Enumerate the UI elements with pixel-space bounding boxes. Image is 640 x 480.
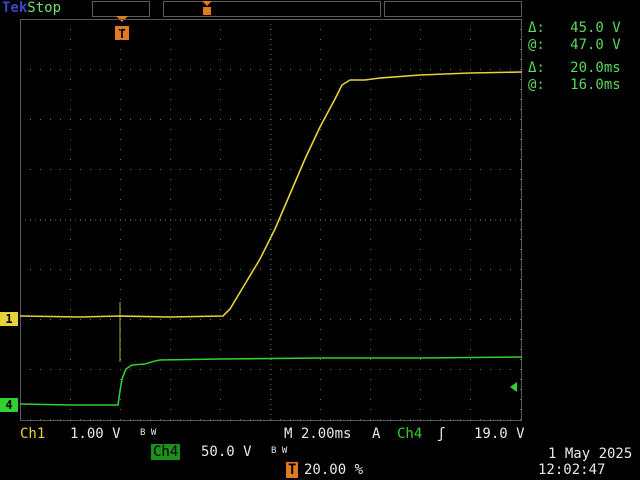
acq-state: Stop [27, 0, 62, 16]
trigger-slope-icon: ʃ [437, 426, 446, 442]
ch4-ground-marker[interactable]: 4 [0, 398, 18, 412]
ch4-scale: 50.0 V [201, 444, 252, 460]
time-readout: 12:02:47 [538, 462, 606, 478]
trigger-position-readout: 20.00 % [304, 462, 364, 478]
cursor-delta-voltage: Δ: 45.0 V [528, 20, 621, 36]
ch1-scale: 1.00 V [70, 426, 121, 442]
ch1-label[interactable]: Ch1 [20, 426, 45, 442]
ch4-label[interactable]: Ch4 [151, 444, 181, 460]
trigger-mode: A [372, 426, 381, 442]
date-readout: 1 May 2025 [548, 446, 633, 462]
record-trigger-marker-icon [202, 1, 212, 15]
trigger-position-badge: T [286, 462, 299, 478]
trigger-level-icon[interactable] [508, 380, 520, 394]
cursor-at-time: @: 16.0ms [528, 77, 621, 93]
ch1-bandwidth-limit: B W [140, 428, 157, 438]
trigger-source[interactable]: Ch4 [397, 426, 422, 442]
record-position-bar [163, 1, 381, 17]
trigger-level-readout: 19.0 V [474, 426, 525, 442]
cursor-delta-time: Δ: 20.0ms [528, 60, 621, 76]
ch1-ground-marker[interactable]: 1 [0, 312, 18, 326]
acquisition-status: TekStop [2, 0, 61, 17]
record-view-right [384, 1, 522, 17]
cursor-at-voltage: @: 47.0 V [528, 37, 621, 53]
brand-logo: Tek [2, 0, 28, 16]
waveform-display[interactable] [20, 19, 522, 421]
ch4-bandwidth-limit: B W [271, 446, 288, 456]
timebase-readout[interactable]: M 2.00ms [284, 426, 351, 442]
center-axis [20, 19, 522, 421]
